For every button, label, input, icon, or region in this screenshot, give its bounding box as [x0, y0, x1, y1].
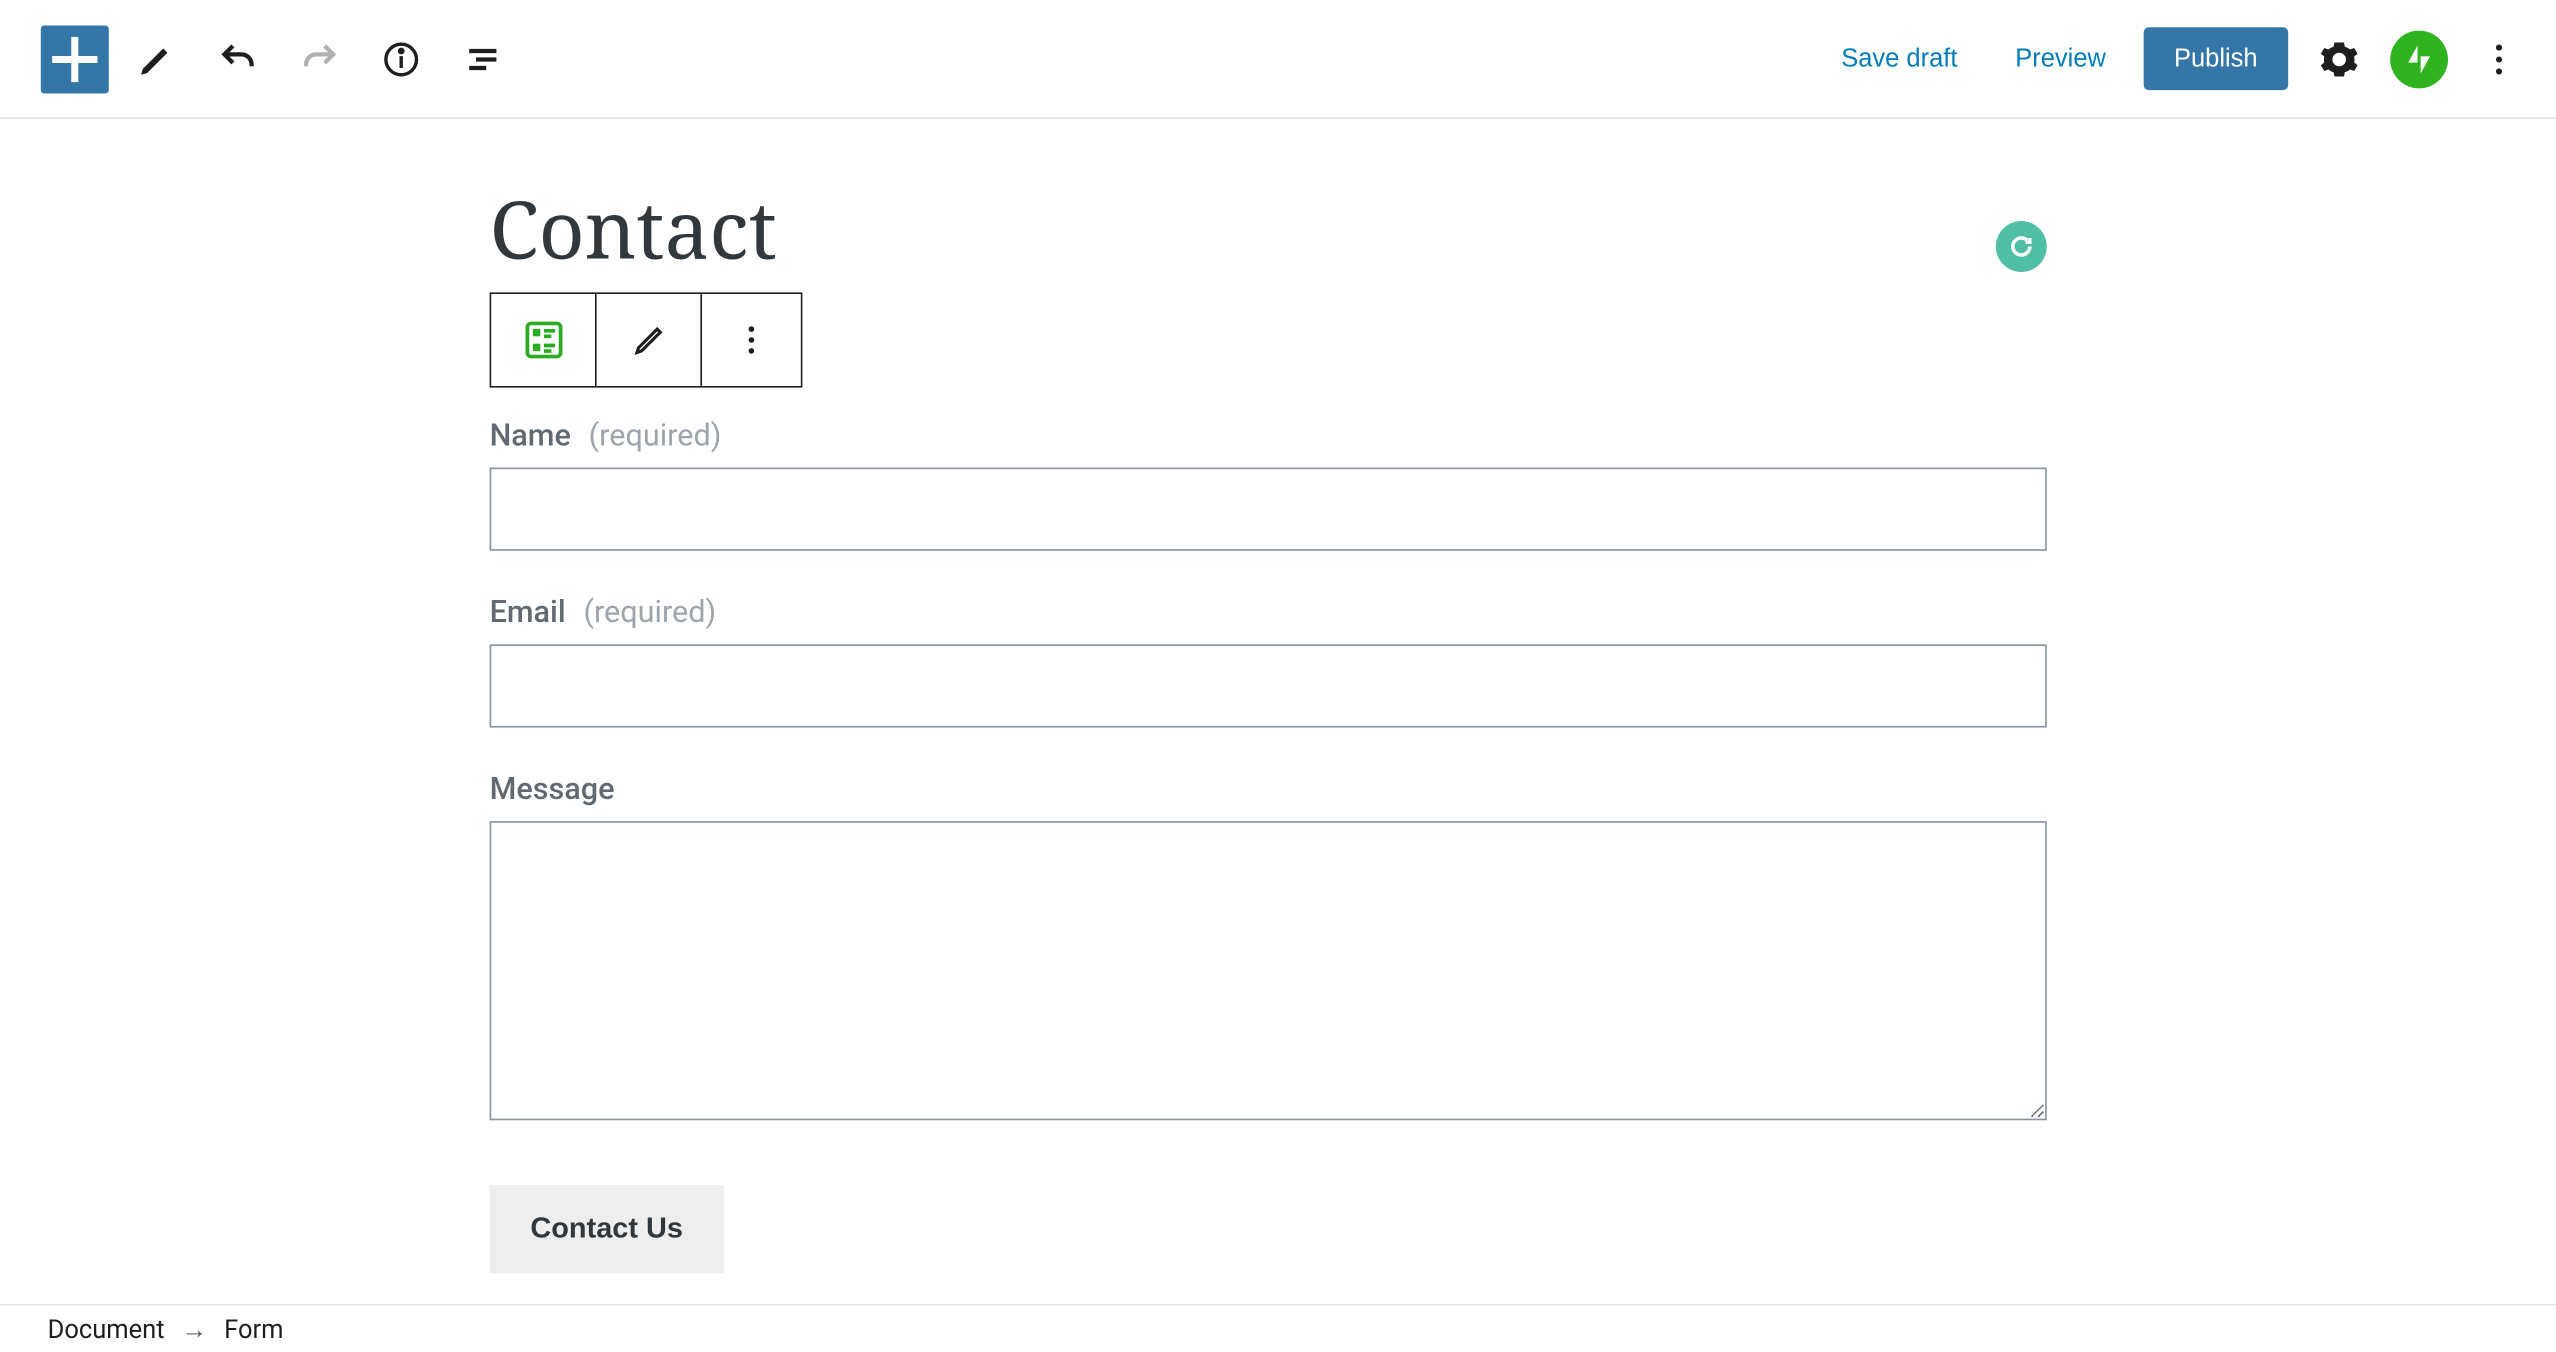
redo-icon	[299, 38, 340, 79]
info-icon	[381, 38, 422, 79]
form-field-message: Message	[490, 772, 2047, 1127]
toolbar-left-group	[41, 25, 517, 93]
field-required-suffix: (required)	[589, 418, 722, 454]
toolbar-right-group: Save draft Preview Publish	[1821, 25, 2533, 93]
undo-icon	[218, 38, 259, 79]
grammarly-button[interactable]	[1996, 221, 2047, 272]
form-block-icon	[521, 318, 565, 362]
field-required-suffix: (required)	[583, 595, 716, 631]
add-icon	[41, 25, 109, 93]
field-label-text: Email	[490, 595, 566, 631]
redo-button[interactable]	[286, 25, 354, 93]
field-label-text: Name	[490, 418, 571, 454]
info-button[interactable]	[367, 25, 435, 93]
breadcrumb-current[interactable]: Form	[224, 1313, 283, 1344]
jetpack-button[interactable]	[2390, 30, 2448, 88]
editor-top-toolbar: Save draft Preview Publish	[0, 0, 2556, 119]
field-label: Message	[490, 772, 2047, 808]
jetpack-icon	[2400, 40, 2437, 77]
form-field-email: Email (required)	[490, 595, 2047, 728]
page-title[interactable]: Contact	[490, 173, 2047, 282]
field-label-text: Message	[490, 772, 615, 808]
grammarly-icon	[2004, 230, 2038, 264]
outline-button[interactable]	[449, 25, 517, 93]
more-vertical-icon	[2479, 38, 2520, 79]
more-options-button[interactable]	[2465, 25, 2533, 93]
block-type-button[interactable]	[491, 294, 596, 386]
email-input[interactable]	[490, 644, 2047, 727]
content-inner: Contact Name (required)	[490, 173, 2047, 1273]
more-vertical-icon	[733, 321, 770, 358]
breadcrumb-root[interactable]: Document	[48, 1313, 165, 1344]
form-field-name: Name (required)	[490, 418, 2047, 551]
block-more-button[interactable]	[702, 294, 801, 386]
undo-button[interactable]	[204, 25, 272, 93]
field-label: Email (required)	[490, 595, 2047, 631]
outline-icon	[462, 38, 503, 79]
gear-icon	[2319, 38, 2360, 79]
pencil-icon	[630, 321, 667, 358]
save-draft-button[interactable]: Save draft	[1821, 31, 1978, 87]
block-toolbar	[490, 292, 803, 387]
contact-submit-button[interactable]: Contact Us	[490, 1185, 724, 1273]
publish-button[interactable]: Publish	[2143, 27, 2288, 90]
breadcrumb: Document → Form	[0, 1304, 2556, 1352]
chevron-right-icon: →	[182, 1313, 208, 1344]
block-edit-button[interactable]	[597, 294, 702, 386]
settings-button[interactable]	[2305, 25, 2373, 93]
name-input[interactable]	[490, 468, 2047, 551]
editor-content-area: Contact Name (required)	[0, 119, 2556, 1352]
add-block-button[interactable]	[41, 25, 109, 93]
preview-button[interactable]: Preview	[1995, 31, 2127, 87]
edit-tool-icon	[136, 38, 177, 79]
edit-mode-button[interactable]	[122, 25, 190, 93]
message-textarea[interactable]	[490, 821, 2047, 1120]
field-label: Name (required)	[490, 418, 2047, 454]
